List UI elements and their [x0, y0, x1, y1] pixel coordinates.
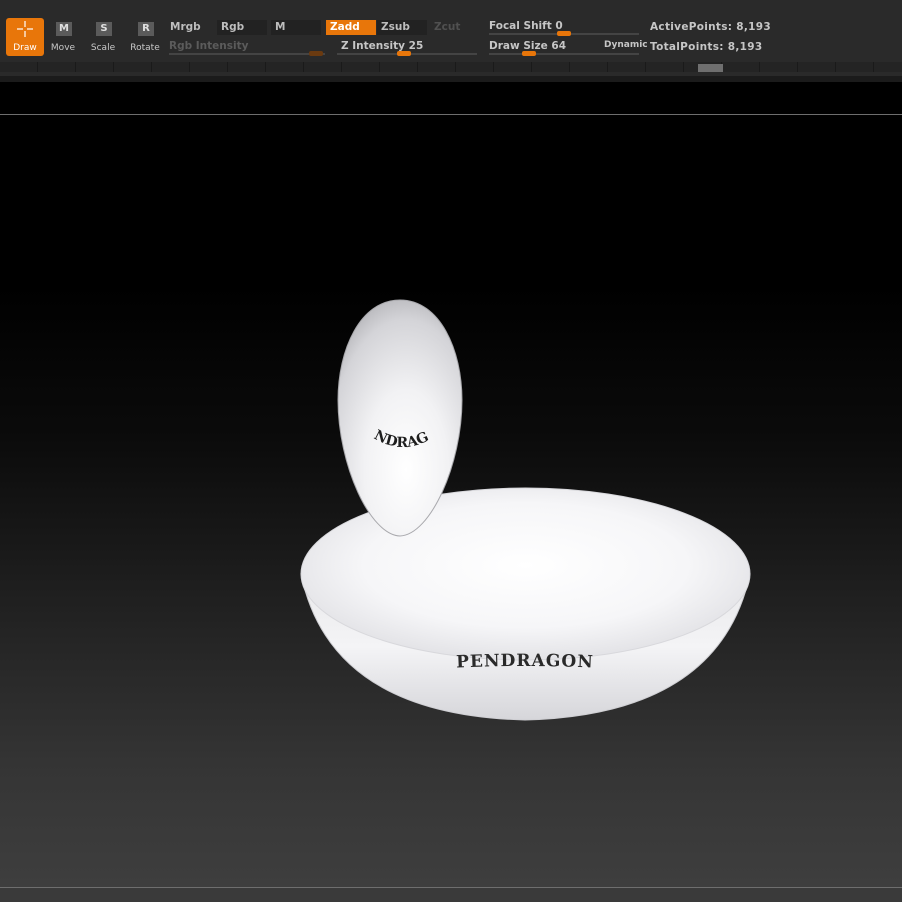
draw-crosshair-icon: [17, 21, 33, 37]
top-toolbar: Draw M Move S Scale R Rotate Mrgb Rgb M …: [0, 0, 902, 82]
rotate-button[interactable]: R Rotate: [126, 18, 164, 56]
total-points-stat: TotalPoints: 8,193: [650, 41, 762, 53]
move-icon: M: [51, 22, 72, 38]
bowl-interior: [300, 487, 751, 661]
rgb-intensity-track[interactable]: [169, 53, 325, 55]
rgb-intensity-knob[interactable]: [309, 51, 323, 56]
scale-button[interactable]: S Scale: [84, 18, 122, 56]
total-points-value: 8,193: [727, 41, 763, 53]
scale-label: Scale: [90, 43, 116, 53]
m-button[interactable]: M: [271, 20, 321, 35]
active-points-value: 8,193: [736, 21, 771, 33]
viewport-canvas[interactable]: PENDRAGON PENDRAGON: [0, 115, 902, 887]
canvas-header: [0, 82, 902, 114]
toolbar-strip: [0, 62, 902, 72]
zadd-button[interactable]: Zadd: [326, 20, 376, 35]
scale-icon: S: [91, 22, 112, 38]
rotate-icon: R: [133, 22, 154, 38]
move-button[interactable]: M Move: [44, 18, 82, 56]
focal-shift-label: Focal Shift: [489, 20, 552, 32]
z-intensity-knob[interactable]: [397, 51, 411, 56]
rotate-label: Rotate: [130, 43, 160, 53]
rgb-intensity-label: Rgb Intensity: [169, 40, 249, 52]
zsub-button[interactable]: Zsub: [377, 20, 427, 35]
dynamic-toggle[interactable]: Dynamic: [604, 40, 648, 50]
mrgb-button[interactable]: Mrgb: [166, 20, 212, 35]
focal-shift-knob[interactable]: [557, 31, 571, 36]
active-points-label: ActivePoints:: [650, 21, 733, 33]
draw-button[interactable]: Draw: [6, 18, 44, 56]
draw-label: Draw: [13, 43, 37, 53]
z-intensity-label: Z Intensity: [341, 40, 405, 52]
move-label: Move: [50, 43, 76, 53]
viewport-scene: PENDRAGON PENDRAGON: [0, 115, 751, 721]
draw-size-knob[interactable]: [522, 51, 536, 56]
zcut-button[interactable]: Zcut: [430, 20, 470, 35]
toolbar-scroll-thumb[interactable]: [698, 64, 723, 72]
rgb-button[interactable]: Rgb: [217, 20, 267, 35]
total-points-label: TotalPoints:: [650, 41, 724, 53]
bowl-engraving: PENDRAGON: [456, 651, 594, 673]
z-intensity-value: 25: [408, 40, 424, 52]
draw-size-track[interactable]: [489, 53, 639, 55]
canvas-bottom-bar: [0, 887, 902, 902]
draw-size-label: Draw Size: [489, 40, 548, 52]
draw-size-value: 64: [551, 40, 567, 52]
active-points-stat: ActivePoints: 8,193: [650, 21, 771, 33]
